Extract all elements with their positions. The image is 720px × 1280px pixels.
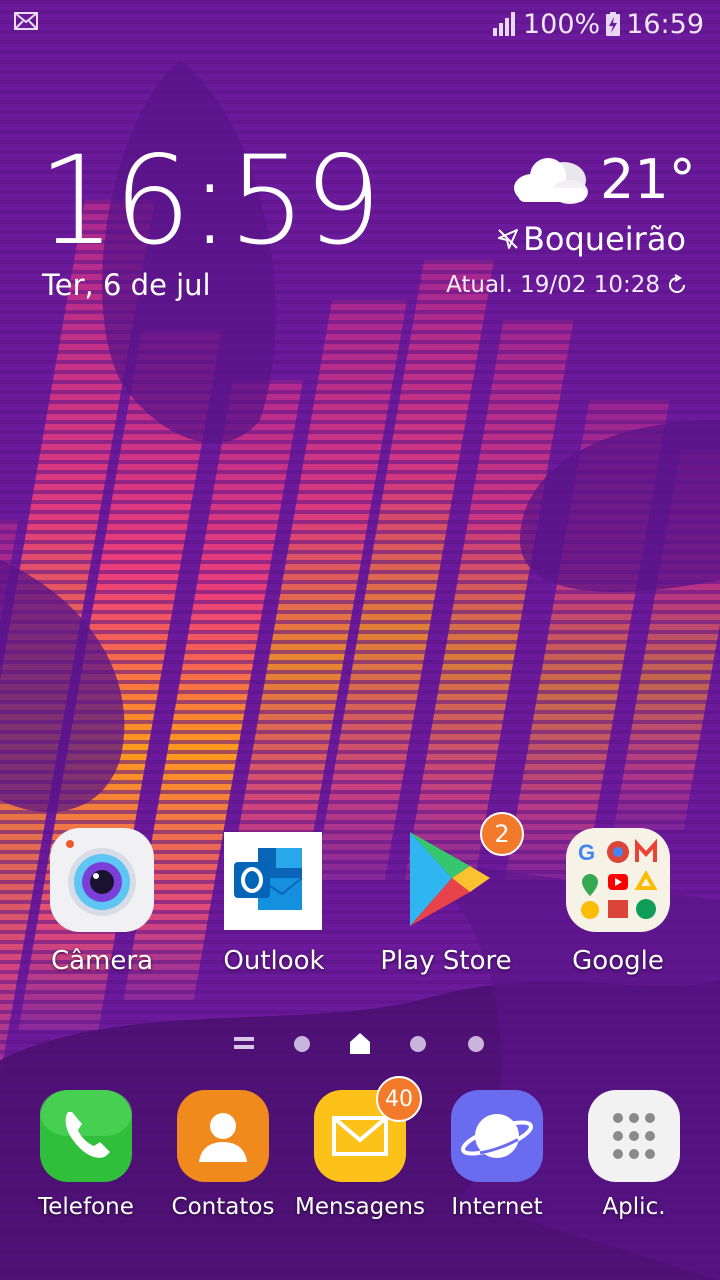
cloudy-icon[interactable] bbox=[512, 152, 592, 208]
page-dot[interactable] bbox=[410, 1036, 426, 1052]
app-label: Telefone bbox=[38, 1194, 134, 1220]
play-store-icon: 2 bbox=[392, 812, 524, 934]
temperature[interactable]: 21° bbox=[600, 148, 696, 211]
battery-percent: 100% bbox=[522, 8, 601, 40]
folder-google[interactable]: G Google bbox=[532, 826, 704, 976]
refresh-icon[interactable] bbox=[666, 274, 688, 296]
google-folder-icon: G bbox=[564, 826, 672, 934]
clock-widget[interactable]: 16:59 bbox=[38, 140, 382, 262]
app-label: Mensagens bbox=[295, 1194, 425, 1220]
app-label: Google bbox=[572, 946, 664, 976]
weather-updated[interactable]: Atual. 19/02 10:28 bbox=[446, 272, 688, 298]
messages-icon: 40 bbox=[312, 1076, 422, 1184]
camera-icon bbox=[48, 826, 156, 934]
battery-charging-icon bbox=[606, 12, 621, 36]
app-drawer-button[interactable]: Aplic. bbox=[548, 1088, 720, 1220]
notification-badge: 2 bbox=[480, 812, 524, 856]
clock-separator: : bbox=[189, 130, 230, 272]
clock-hours: 16 bbox=[38, 130, 191, 272]
location-label: Boqueirão bbox=[522, 220, 686, 258]
app-label: Internet bbox=[451, 1194, 543, 1220]
apps-list-indicator[interactable] bbox=[234, 1037, 254, 1049]
app-label: Aplic. bbox=[602, 1194, 666, 1220]
app-play-store[interactable]: 2 Play Store bbox=[360, 812, 532, 976]
contacts-icon bbox=[175, 1088, 271, 1184]
internet-icon bbox=[449, 1088, 545, 1184]
clock-minutes: 59 bbox=[228, 130, 381, 272]
home-page-indicator[interactable] bbox=[350, 1033, 370, 1054]
app-label: Contatos bbox=[171, 1194, 275, 1220]
status-bar: 100% 16:59 bbox=[0, 0, 720, 48]
status-time: 16:59 bbox=[626, 8, 704, 40]
app-drawer-icon bbox=[586, 1088, 682, 1184]
date-label: Ter, 6 de jul bbox=[42, 268, 211, 302]
location-icon bbox=[497, 229, 518, 249]
page-dot[interactable] bbox=[294, 1036, 310, 1052]
app-outlook[interactable]: Outlook bbox=[188, 826, 360, 976]
updated-label: Atual. 19/02 10:28 bbox=[446, 272, 660, 298]
outlook-icon bbox=[220, 826, 328, 934]
signal-icon bbox=[492, 12, 515, 36]
weather-location[interactable]: Boqueirão bbox=[497, 220, 686, 258]
app-label: Outlook bbox=[223, 946, 325, 976]
svg-text:G: G bbox=[578, 840, 595, 865]
page-indicators bbox=[0, 1030, 720, 1058]
app-label: Câmera bbox=[50, 946, 154, 976]
mail-icon bbox=[14, 12, 38, 30]
phone-icon bbox=[38, 1088, 134, 1184]
app-label: Play Store bbox=[380, 946, 512, 976]
page-dot[interactable] bbox=[468, 1036, 484, 1052]
app-camera[interactable]: Câmera bbox=[16, 826, 188, 976]
